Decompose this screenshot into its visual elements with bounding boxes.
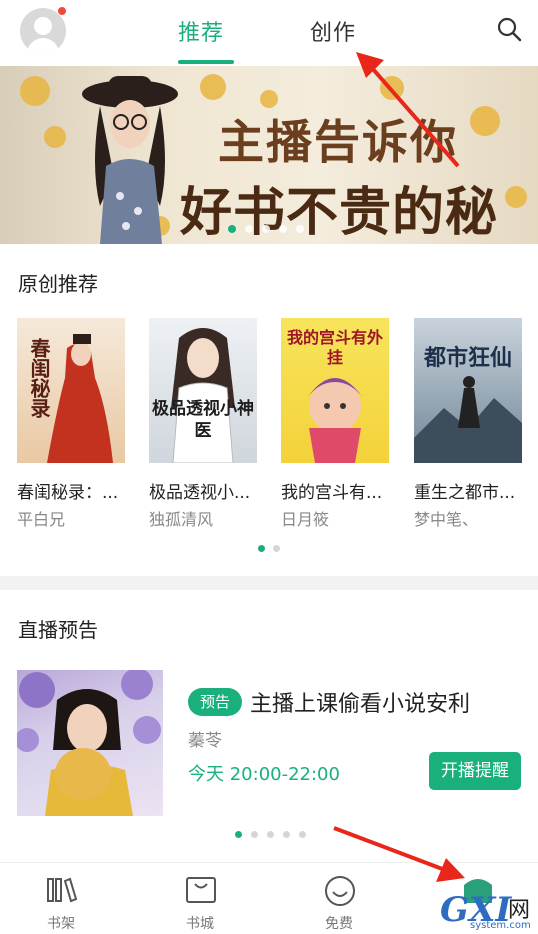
section-title-original: 原创推荐 <box>18 272 98 296</box>
tab-recommend[interactable]: 推荐 <box>178 15 224 47</box>
notification-dot <box>57 6 67 16</box>
live-host-name: 蓁苓 <box>188 731 222 751</box>
book-cover: 都市狂仙 <box>414 318 522 463</box>
book-cover: 春闺秘录 <box>17 318 125 463</box>
book-card[interactable]: 春闺秘录 春闺秘录：... 平白兄 <box>17 318 125 529</box>
banner-person-image <box>82 76 178 244</box>
remind-button[interactable]: 开播提醒 <box>429 752 521 790</box>
book-author: 平白兄 <box>17 510 66 529</box>
search-icon[interactable] <box>496 16 522 42</box>
live-time: 今天 20:00-22:00 <box>188 764 340 785</box>
top-bar: 推荐 创作 <box>0 0 538 64</box>
book-card[interactable]: 我的宫斗有外挂 我的宫斗有... 日月筱 <box>281 318 389 529</box>
live-page-indicator <box>235 831 306 838</box>
live-thumbnail[interactable] <box>17 670 163 816</box>
bookstore-icon <box>186 877 216 903</box>
book-title: 春闺秘录：... <box>17 483 119 503</box>
nav-bookshelf[interactable]: 书架 <box>16 863 106 934</box>
preview-badge: 预告 <box>188 688 242 716</box>
book-author: 日月筱 <box>281 510 330 529</box>
promo-banner[interactable]: 主播告诉你 好书不贵的秘密 <box>0 66 538 244</box>
nav-bookstore[interactable]: 书城 <box>155 863 245 934</box>
book-cover: 极品透视小神医 <box>149 318 257 463</box>
avatar-head-shape <box>34 17 52 35</box>
books-page-indicator <box>258 545 280 552</box>
book-cover: 我的宫斗有外挂 <box>281 318 389 463</box>
book-card[interactable]: 极品透视小神医 极品透视小... 独孤清风 <box>149 318 257 529</box>
nav-label: 书城 <box>186 916 214 932</box>
book-title: 我的宫斗有... <box>281 483 383 503</box>
book-author: 梦中笔、 <box>414 510 479 529</box>
book-title: 极品透视小... <box>149 483 251 503</box>
banner-headline-1: 主播告诉你 <box>218 115 458 169</box>
book-title: 重生之都市... <box>414 483 516 503</box>
section-title-live: 直播预告 <box>18 618 98 642</box>
nav-label: 免费 <box>325 916 353 932</box>
section-divider <box>0 576 538 590</box>
bookshelf-icon <box>47 877 78 903</box>
nav-free[interactable]: 免费 <box>294 863 384 934</box>
banner-page-indicator <box>228 225 304 233</box>
free-icon <box>325 876 355 906</box>
tab-create[interactable]: 创作 <box>310 15 356 47</box>
book-author: 独孤清风 <box>149 510 214 529</box>
avatar-body-shape <box>27 38 59 54</box>
live-stream-title[interactable]: 主播上课偷看小说安利 <box>250 686 470 718</box>
watermark-logo: GXI 网 system.com <box>440 890 531 931</box>
nav-label: 书架 <box>47 916 75 932</box>
book-card[interactable]: 都市狂仙 重生之都市... 梦中笔、 <box>414 318 522 529</box>
active-tab-indicator <box>178 60 234 64</box>
